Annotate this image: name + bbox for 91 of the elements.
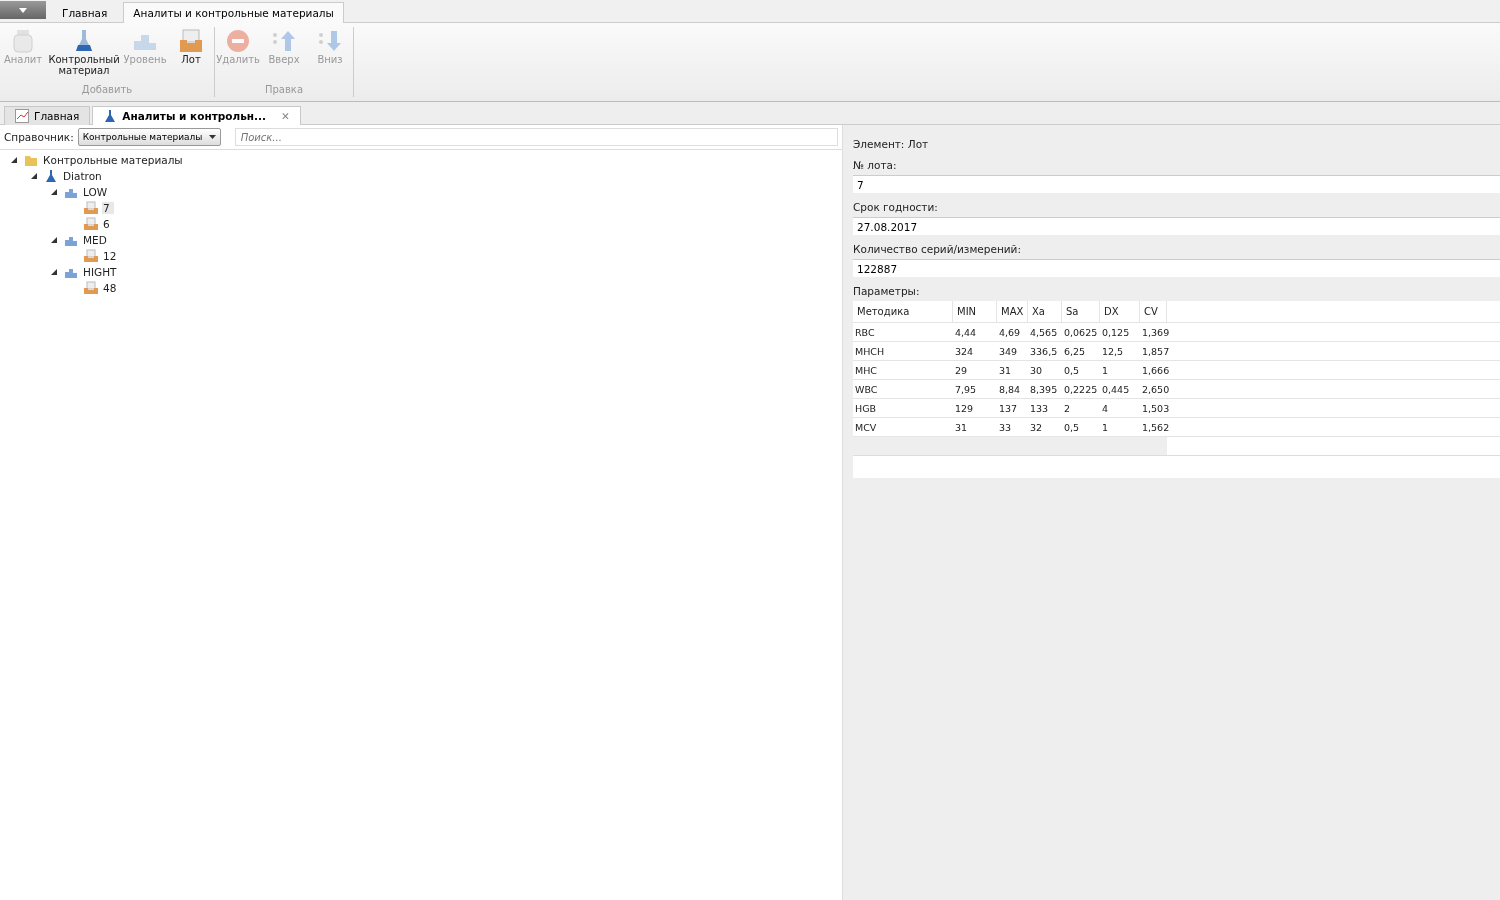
- table-cell-text: 4,69: [998, 326, 1022, 338]
- table-cell-text: 32: [1029, 421, 1044, 433]
- table-cell-text: 0,0625: [1063, 326, 1099, 338]
- table-cell-text: 33: [998, 421, 1013, 433]
- column-header[interactable]: CV: [1140, 301, 1167, 322]
- ribbon-button[interactable]: Лот: [170, 27, 212, 84]
- table-cell-text: 29: [954, 364, 969, 376]
- column-header[interactable]: Sa: [1062, 301, 1100, 322]
- table-cell-text: 7,95: [954, 383, 978, 395]
- tray-icon: [84, 201, 98, 215]
- table-cell-text: 4,44: [954, 326, 978, 338]
- table-cell-text: 4: [1101, 402, 1110, 414]
- input-field[interactable]: 7: [853, 175, 1500, 193]
- ribbon-tab[interactable]: Аналиты и контрольные материалы: [123, 2, 344, 23]
- table-cell-text: 12,5: [1101, 345, 1125, 357]
- table-cell-text: MHCH: [854, 345, 886, 357]
- close-icon[interactable]: ✕: [281, 110, 290, 122]
- tree-item[interactable]: LOW: [82, 186, 112, 198]
- table-cell-text: MCV: [854, 421, 878, 433]
- table-cell-text: 0,5: [1063, 421, 1081, 433]
- search-field[interactable]: Поиск...: [234, 128, 838, 146]
- table-cell-text: 1,562: [1141, 421, 1167, 433]
- tray-icon: [177, 27, 205, 55]
- table-cell-text: HGB: [854, 402, 878, 414]
- table-cell-text: 2: [1063, 402, 1072, 414]
- field-label: Количество серий/измерений:: [853, 241, 1022, 257]
- column-header[interactable]: MIN: [953, 301, 997, 322]
- table-cell-text: WBC: [854, 383, 879, 395]
- column-header[interactable]: Методика: [853, 301, 953, 322]
- minus-icon: [224, 27, 252, 55]
- table-cell-text: 6,25: [1063, 345, 1087, 357]
- folder-icon: [24, 153, 38, 167]
- table-cell-text: 31: [954, 421, 969, 433]
- table-cell-text: RBC: [854, 326, 876, 338]
- table-cell-text: 349: [998, 345, 1019, 357]
- input-field[interactable]: 122887: [853, 259, 1500, 277]
- tree-item[interactable]: Diatron: [62, 170, 106, 182]
- table-cell-text: 0,5: [1063, 364, 1081, 376]
- table-cell-text: 1,369: [1141, 326, 1167, 338]
- column-header[interactable]: MAX: [997, 301, 1028, 322]
- tree-item[interactable]: 6: [102, 218, 114, 230]
- table-cell-text: 1,666: [1141, 364, 1167, 376]
- table-cell-text: 1,857: [1141, 345, 1167, 357]
- table-cell-text: 133: [1029, 402, 1050, 414]
- document-tab[interactable]: Аналиты и контрольн... ✕: [92, 106, 301, 125]
- table-cell-text: 0,2225: [1063, 383, 1099, 395]
- table-cell-text: 137: [998, 402, 1019, 414]
- group-label: Правка: [263, 84, 305, 97]
- table-cell-text: 336,5: [1029, 345, 1059, 357]
- tree-item[interactable]: HIGHT: [82, 266, 121, 278]
- table-cell-text: 8,395: [1029, 383, 1059, 395]
- table-cell-text: 1: [1101, 364, 1110, 376]
- tree-item[interactable]: 7: [102, 202, 114, 214]
- tree-item[interactable]: 12: [102, 250, 121, 262]
- table-cell-text: 2,650: [1141, 383, 1167, 395]
- ribbon-button[interactable]: Контрольный материал: [48, 27, 120, 84]
- group-label: Добавить: [80, 84, 134, 97]
- document-tab[interactable]: Главная: [4, 106, 91, 125]
- element-label: Элемент: Лот: [853, 136, 930, 152]
- field-label: Срок годности:: [853, 199, 939, 215]
- field-label: № лота:: [853, 157, 898, 173]
- column-header[interactable]: Xa: [1028, 301, 1062, 322]
- flask-icon: [44, 169, 58, 183]
- table-cell-text: 31: [998, 364, 1013, 376]
- flask-icon: [103, 109, 118, 123]
- table-cell-text: 324: [954, 345, 975, 357]
- tree-item[interactable]: 48: [102, 282, 121, 294]
- table-cell-text: 0,125: [1101, 326, 1131, 338]
- table-cell-text: 129: [954, 402, 975, 414]
- caret-icon: [19, 7, 27, 13]
- table-cell-text: 30: [1029, 364, 1044, 376]
- ribbon-tab[interactable]: Главная: [52, 2, 118, 23]
- tree-item[interactable]: Контрольные материалы: [42, 154, 187, 166]
- column-header[interactable]: DX: [1100, 301, 1140, 322]
- section-label: Параметры:: [853, 283, 921, 299]
- tray-icon: [84, 217, 98, 231]
- directory-label: Справочник:: [4, 131, 74, 143]
- table-cell-text: 0,445: [1101, 383, 1131, 395]
- table-cell-text: 1: [1101, 421, 1110, 433]
- caret-icon: [208, 135, 216, 139]
- table-cell-text: 8,84: [998, 383, 1022, 395]
- tray-icon: [84, 281, 98, 295]
- chart-icon: [15, 109, 29, 123]
- table-cell-text: MHC: [854, 364, 878, 376]
- app-menu-button[interactable]: [0, 1, 46, 19]
- tree-item[interactable]: MED: [82, 234, 111, 246]
- table-cell-text: 4,565: [1029, 326, 1059, 338]
- table-cell-text: 1,503: [1141, 402, 1167, 414]
- input-field[interactable]: 27.08.2017: [853, 217, 1500, 235]
- tray-icon: [84, 249, 98, 263]
- directory-dropdown[interactable]: Контрольные материалы: [77, 128, 221, 146]
